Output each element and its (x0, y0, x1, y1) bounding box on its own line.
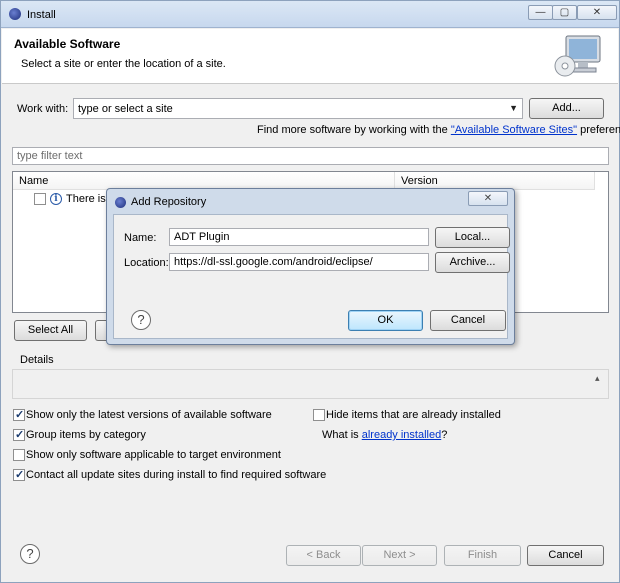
minimize-button[interactable]: — (528, 5, 553, 20)
applicable-only-label: Show only software applicable to target … (26, 449, 281, 461)
details-area (12, 369, 609, 399)
location-value: https://dl-ssl.google.com/android/eclips… (174, 256, 373, 268)
dropdown-arrow-icon[interactable]: ▼ (509, 103, 518, 113)
hide-installed-label: Hide items that are already installed (326, 409, 501, 421)
name-field[interactable]: ADT Plugin (169, 228, 429, 246)
maximize-button[interactable]: ▢ (552, 5, 577, 20)
page-subtitle: Select a site or enter the location of a… (21, 58, 226, 70)
local-button[interactable]: Local... (435, 227, 510, 248)
already-installed-link[interactable]: already installed (362, 429, 442, 441)
work-with-value: type or select a site (78, 103, 173, 115)
contact-sites-checkbox[interactable] (13, 468, 25, 481)
eclipse-icon (115, 197, 126, 208)
eclipse-icon (9, 8, 21, 20)
latest-versions-checkbox[interactable] (13, 408, 25, 421)
dialog-body: Name: ADT Plugin Local... Location: http… (113, 214, 510, 339)
contact-sites-label: Contact all update sites during install … (26, 469, 327, 481)
dialog-cancel-button[interactable]: Cancel (430, 310, 506, 331)
location-field[interactable]: https://dl-ssl.google.com/android/eclips… (169, 253, 429, 271)
applicable-only-checkbox[interactable] (13, 449, 25, 461)
group-by-category-label: Group items by category (26, 429, 146, 441)
filter-input[interactable]: type filter text (12, 147, 609, 165)
info-icon: i (50, 193, 62, 205)
group-by-category-checkbox[interactable] (13, 428, 25, 441)
work-with-label: Work with: (17, 103, 69, 115)
ok-button[interactable]: OK (348, 310, 423, 331)
details-scroll-icon[interactable]: ▴ (595, 373, 600, 384)
finish-button[interactable]: Finish (444, 545, 521, 566)
cancel-button[interactable]: Cancel (527, 545, 604, 566)
what-is-prefix: What is (322, 429, 362, 441)
close-button[interactable]: ✕ (577, 5, 617, 20)
more-software-suffix: preferences. (580, 124, 620, 136)
page-title: Available Software (14, 37, 121, 51)
help-icon[interactable]: ? (20, 544, 40, 564)
what-is-installed-text: What is already installed? (322, 429, 447, 441)
next-button[interactable]: Next > (362, 545, 437, 566)
dialog-title: Add Repository (131, 196, 207, 208)
more-software-prefix: Find more software by working with the (257, 124, 451, 136)
back-button[interactable]: < Back (286, 545, 361, 566)
install-monitor-icon (554, 35, 601, 77)
details-label: Details (20, 354, 54, 366)
dialog-close-button[interactable]: ✕ (468, 191, 508, 206)
latest-versions-label: Show only the latest versions of availab… (26, 409, 272, 421)
add-repository-dialog: Add Repository ✕ Name: ADT Plugin Local.… (106, 188, 515, 345)
archive-button[interactable]: Archive... (435, 252, 510, 273)
title-bar: Install — ▢ ✕ (1, 1, 619, 28)
tree-row-checkbox[interactable] (34, 193, 46, 205)
available-software-sites-link[interactable]: "Available Software Sites" (451, 124, 577, 136)
more-software-text: Find more software by working with the "… (257, 124, 620, 136)
dialog-help-icon[interactable]: ? (131, 310, 151, 330)
window-title: Install (27, 9, 56, 21)
what-is-suffix: ? (441, 429, 448, 441)
filter-placeholder: type filter text (17, 150, 83, 162)
location-label: Location: (124, 257, 169, 269)
name-label: Name: (124, 232, 157, 244)
select-all-button[interactable]: Select All (14, 320, 87, 341)
name-value: ADT Plugin (174, 231, 230, 243)
wizard-header: Available Software Select a site or ente… (2, 29, 618, 84)
work-with-combo[interactable]: type or select a site ▼ (73, 98, 523, 119)
add-site-button[interactable]: Add... (529, 98, 604, 119)
hide-installed-checkbox[interactable] (313, 409, 325, 421)
